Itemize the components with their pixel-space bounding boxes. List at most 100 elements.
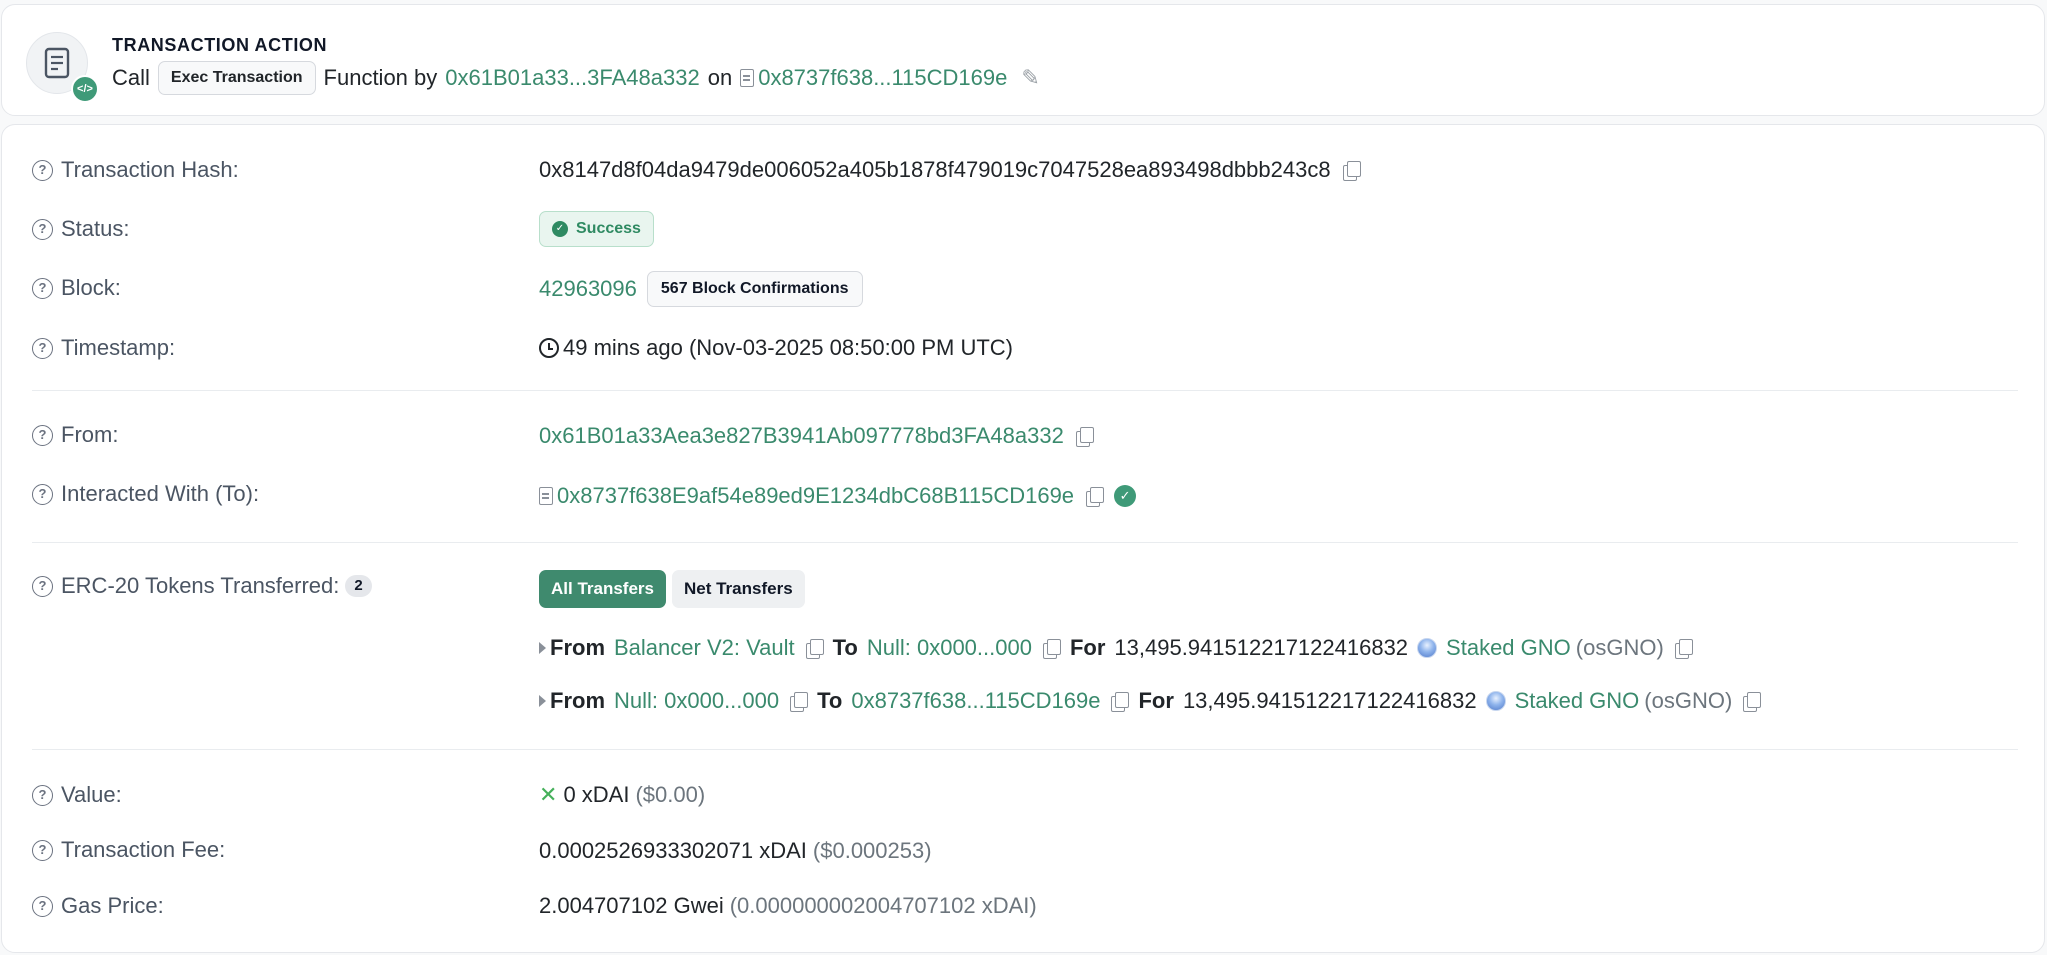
copy-icon[interactable] [1084, 486, 1105, 507]
help-icon[interactable]: ? [32, 575, 53, 597]
from-label: From: [61, 422, 119, 447]
copy-icon[interactable] [1673, 638, 1693, 659]
method-badge: Exec Transaction [157, 61, 316, 95]
staked-gno-token-icon [1485, 691, 1506, 711]
verified-check-icon: ✓ [1114, 485, 1137, 507]
gas-price-value-row: 2.004707102 Gwei (0.000000002004707102 x… [539, 888, 1047, 924]
for-word: For [1069, 635, 1106, 660]
transfer-from-link[interactable]: Balancer V2: Vault [614, 635, 795, 661]
tx-hash-label-row: ? Transaction Hash: [32, 155, 239, 185]
gas-price-sub: (0.000000002004707102 xDAI) [729, 893, 1037, 918]
caller-address-link[interactable]: 0x61B01a33...3FA48a332 [445, 65, 699, 91]
help-icon[interactable]: ? [32, 337, 53, 359]
fee-label: Transaction Fee: [61, 837, 226, 862]
pencil-icon[interactable]: ✎ [1021, 65, 1039, 91]
code-icon: </> [71, 75, 99, 103]
transfer-to-link[interactable]: Null: 0x000...000 [867, 635, 1032, 661]
transaction-action-card: </> TRANSACTION ACTION Call Exec Transac… [1, 4, 2045, 116]
copy-icon[interactable] [1741, 691, 1762, 712]
fee-amount: 0.0002526933302071 xDAI [539, 838, 807, 863]
copy-icon[interactable] [1074, 426, 1094, 447]
status-badge: ✓ Success [539, 211, 654, 247]
copy-icon[interactable] [1341, 160, 1361, 181]
check-circle-icon: ✓ [552, 221, 568, 237]
document-icon [44, 47, 70, 79]
status-text: Success [576, 220, 641, 237]
copy-icon[interactable] [1041, 638, 1061, 659]
erc20-count-badge: 2 [345, 575, 372, 597]
contract-address-link[interactable]: 0x8737f638...115CD169e [758, 65, 1007, 91]
gas-price-label-row: ? Gas Price: [32, 891, 164, 921]
erc20-tabs: All Transfers Net Transfers [539, 570, 815, 608]
transfer-to-link[interactable]: 0x8737f638...115CD169e [851, 688, 1100, 714]
help-icon[interactable]: ? [32, 483, 53, 505]
tab-all-transfers[interactable]: All Transfers [539, 570, 666, 608]
copy-icon[interactable] [804, 638, 824, 659]
transaction-action-summary: Call Exec Transaction Function by 0x61B0… [112, 61, 1048, 95]
tx-hash-value-row: 0x8147d8f04da9479de006052a405b1878f47901… [539, 152, 1371, 188]
copy-icon[interactable] [788, 691, 809, 712]
status-value-row: ✓ Success [539, 211, 664, 247]
staked-gno-token-icon [1417, 638, 1438, 658]
help-icon[interactable]: ? [32, 839, 53, 861]
value-amount: 0 xDAI [563, 782, 630, 807]
tx-hash-label: Transaction Hash: [61, 157, 239, 182]
divider [32, 390, 2018, 391]
to-label-row: ? Interacted With (To): [32, 479, 259, 509]
tx-hash-value: 0x8147d8f04da9479de006052a405b1878f47901… [539, 157, 1331, 182]
timestamp-label-row: ? Timestamp: [32, 333, 175, 363]
to-word: To [817, 688, 843, 713]
transaction-action-icon: </> [26, 32, 99, 103]
help-icon[interactable]: ? [32, 895, 53, 917]
help-icon[interactable]: ? [32, 277, 53, 299]
block-confirmations-badge: 567 Block Confirmations [646, 271, 863, 307]
token-name-link[interactable]: Staked GNO [1446, 635, 1571, 661]
transaction-details-card: ? Transaction Hash: 0x8147d8f04da9479de0… [1, 124, 2045, 953]
value-label-row: ? Value: [32, 780, 122, 810]
to-address-link[interactable]: 0x8737f638E9af54e89ed9E1234dbC68B115CD16… [557, 483, 1074, 509]
erc20-label-row: ? ERC-20 Tokens Transferred: 2 [32, 571, 372, 601]
block-number-link[interactable]: 42963096 [539, 276, 637, 302]
for-word: For [1138, 688, 1174, 713]
erc20-label: ERC-20 Tokens Transferred: [61, 573, 340, 598]
call-word: Call [112, 65, 150, 90]
from-label-row: ? From: [32, 420, 118, 450]
transfer-amount: 13,495.941512217122416832 [1114, 635, 1409, 660]
function-by-text: Function by [323, 65, 438, 90]
divider [32, 542, 2018, 543]
contract-icon [539, 487, 553, 505]
gas-price-label: Gas Price: [61, 893, 164, 918]
caret-right-icon[interactable] [539, 695, 546, 707]
status-label: Status: [61, 216, 130, 241]
to-word: To [832, 635, 858, 660]
help-icon[interactable]: ? [32, 218, 53, 240]
timestamp-value-row: 49 mins ago (Nov-03-2025 08:50:00 PM UTC… [539, 330, 1023, 366]
timestamp-label: Timestamp: [61, 335, 176, 360]
from-address-link[interactable]: 0x61B01a33Aea3e827B3941Ab097778bd3FA48a3… [539, 423, 1064, 449]
caret-right-icon[interactable] [539, 642, 546, 654]
help-icon[interactable]: ? [32, 784, 53, 806]
help-icon[interactable]: ? [32, 424, 53, 446]
contract-icon [740, 69, 755, 87]
from-word: From [550, 688, 605, 713]
transaction-action-heading: TRANSACTION ACTION [112, 35, 328, 55]
token-symbol: (osGNO) [1575, 635, 1664, 660]
gas-price-amount: 2.004707102 Gwei [539, 893, 724, 918]
block-label: Block: [61, 275, 121, 300]
on-word: on [707, 65, 733, 90]
xdai-icon: ✕ [539, 782, 558, 807]
status-label-row: ? Status: [32, 214, 129, 244]
value-value-row: ✕ 0 xDAI ($0.00) [539, 777, 715, 813]
help-icon[interactable]: ? [32, 159, 53, 181]
transfer-row: From Balancer V2: Vault To Null: 0x000..… [539, 630, 1702, 666]
from-value-row: 0x61B01a33Aea3e827B3941Ab097778bd3FA48a3… [539, 418, 1104, 454]
value-label: Value: [61, 782, 122, 807]
block-label-row: ? Block: [32, 273, 121, 303]
copy-icon[interactable] [1109, 691, 1130, 712]
transfer-from-link[interactable]: Null: 0x000...000 [614, 688, 779, 714]
transfer-row: From Null: 0x000...000 To 0x8737f638...1… [539, 683, 1770, 719]
value-usd: ($0.00) [635, 782, 706, 807]
tab-net-transfers[interactable]: Net Transfers [672, 570, 805, 608]
to-label: Interacted With (To): [61, 481, 260, 506]
token-name-link[interactable]: Staked GNO [1515, 688, 1640, 714]
